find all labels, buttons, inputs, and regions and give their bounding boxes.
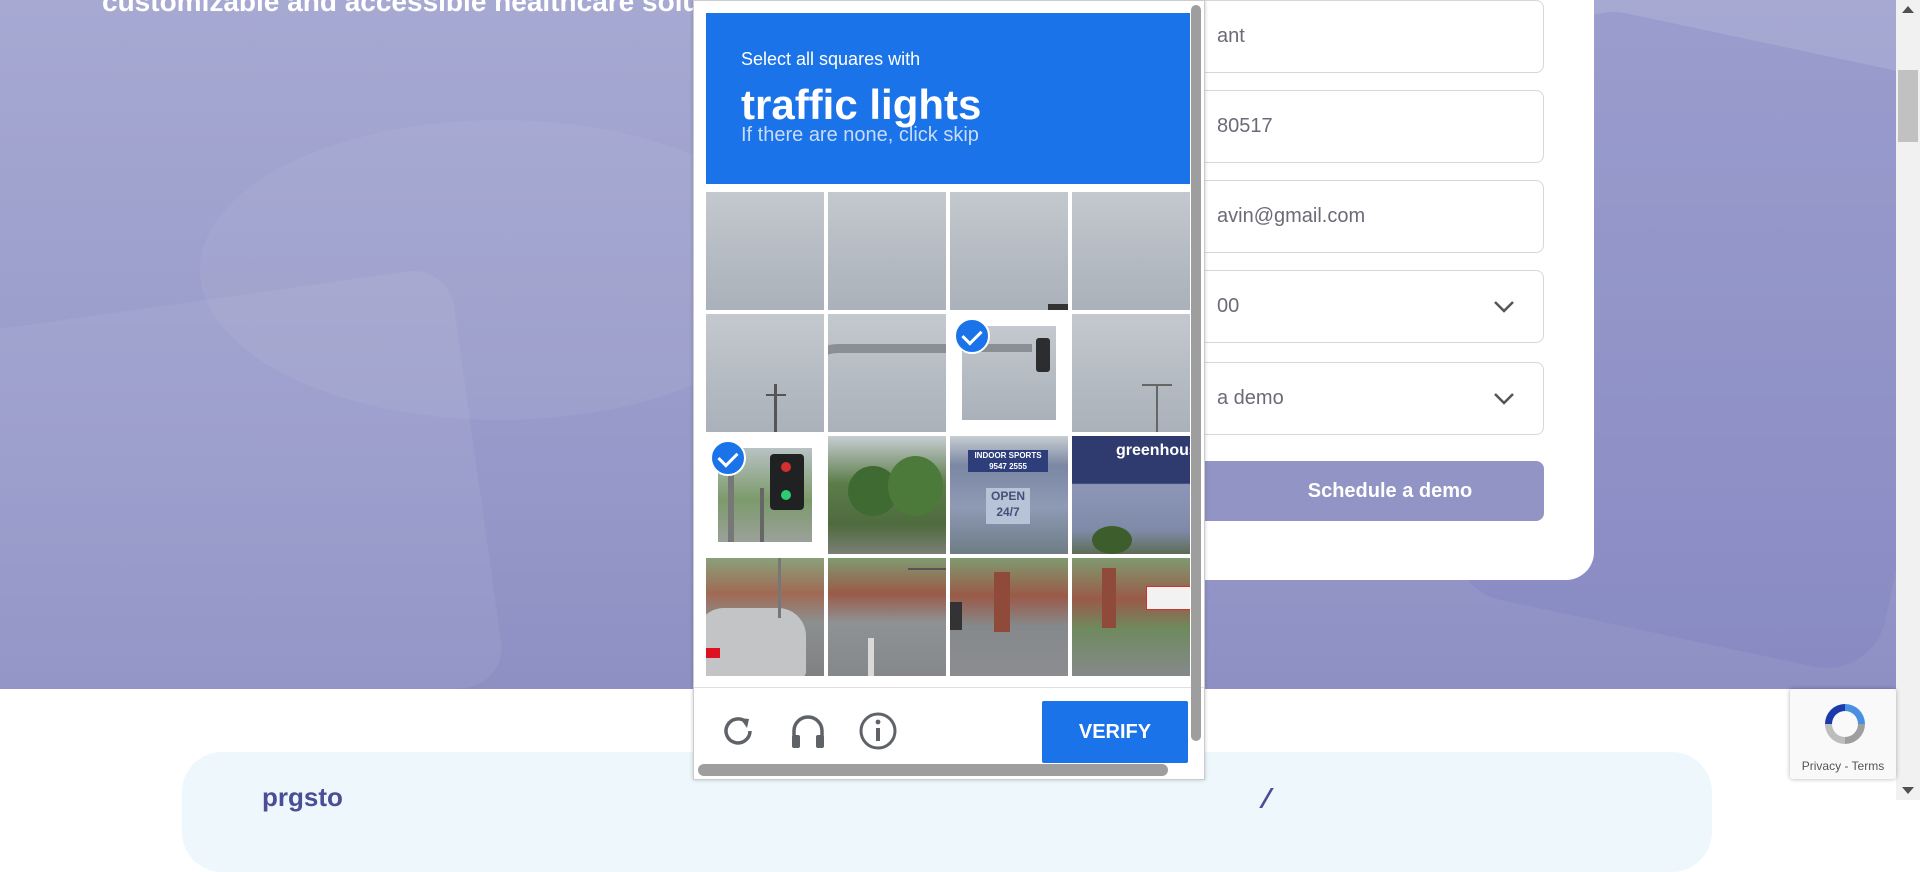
captcha-instruction: Select all squares with	[741, 49, 921, 69]
phone-field-value: 80517	[1217, 115, 1273, 137]
captcha-tile[interactable]	[706, 192, 824, 310]
captcha-tile-selected[interactable]	[950, 314, 1068, 432]
captcha-tile[interactable]	[828, 436, 946, 554]
phone-field[interactable]: 80517	[1176, 90, 1544, 163]
scrollbar-thumb[interactable]	[1898, 70, 1918, 142]
headphones-icon[interactable]	[786, 709, 830, 753]
chevron-down-icon	[1494, 301, 1514, 313]
captcha-tile[interactable]	[706, 314, 824, 432]
name-field[interactable]: ant	[1176, 0, 1544, 73]
scroll-down-icon[interactable]	[1902, 787, 1914, 794]
recaptcha-badge[interactable]: Privacy - Terms	[1790, 689, 1896, 779]
captcha-tile[interactable]	[1072, 314, 1190, 432]
captcha-tile[interactable]	[828, 314, 946, 432]
captcha-tile[interactable]: INDOOR SPORTS 9547 2555 OPEN 24/7	[950, 436, 1068, 554]
reload-icon[interactable]	[716, 709, 760, 753]
name-field-value: ant	[1217, 25, 1245, 47]
schedule-demo-button[interactable]: Schedule a demo	[1176, 461, 1544, 521]
captcha-tile[interactable]: greenhouse	[1072, 436, 1190, 554]
sign-text: greenhouse	[1116, 442, 1190, 459]
selected-check-icon	[710, 440, 746, 476]
size-select[interactable]: 00	[1176, 270, 1544, 343]
captcha-tile-selected[interactable]	[706, 436, 824, 554]
captcha-tile[interactable]	[1072, 192, 1190, 310]
scroll-up-icon[interactable]	[1902, 6, 1914, 13]
hero-heading: customizable and accessible healthcare s…	[102, 0, 767, 17]
size-select-value: 00	[1217, 295, 1240, 317]
sign-text: OPEN 24/7	[986, 488, 1030, 524]
captcha-tile[interactable]	[706, 558, 824, 676]
captcha-tile[interactable]	[828, 558, 946, 676]
captcha-tile[interactable]	[1072, 558, 1190, 676]
captcha-tile[interactable]	[950, 192, 1068, 310]
section-heading: prgsto	[262, 782, 343, 812]
background-decoration	[0, 265, 507, 689]
email-field[interactable]: avin@gmail.com	[1176, 180, 1544, 253]
email-field-value: avin@gmail.com	[1217, 205, 1366, 227]
captcha-hint: If there are none, click skip	[741, 124, 979, 146]
chevron-down-icon	[1494, 393, 1514, 405]
page-scrollbar[interactable]	[1896, 0, 1920, 800]
captcha-vertical-scrollbar[interactable]	[1188, 1, 1204, 761]
captcha-horizontal-scrollbar[interactable]	[694, 761, 1188, 779]
captcha-tile[interactable]	[828, 192, 946, 310]
captcha-challenge: Select all squares with traffic lights I…	[693, 0, 1205, 780]
verify-button[interactable]: VERIFY	[1042, 701, 1188, 763]
captcha-header: Select all squares with traffic lights I…	[706, 13, 1190, 184]
scrollbar-thumb[interactable]	[698, 764, 1168, 776]
privacy-terms-link[interactable]: Privacy - Terms	[1790, 759, 1896, 773]
captcha-tile[interactable]	[950, 558, 1068, 676]
info-icon[interactable]	[856, 709, 900, 753]
scrollbar-thumb[interactable]	[1191, 5, 1201, 741]
captcha-tile-grid: INDOOR SPORTS 9547 2555 OPEN 24/7 greenhou…	[706, 192, 1190, 676]
reason-select-value: a demo	[1217, 387, 1284, 409]
sign-text: INDOOR SPORTS 9547 2555	[968, 450, 1048, 472]
reason-select[interactable]: a demo	[1176, 362, 1544, 435]
captcha-target: traffic lights	[741, 81, 982, 128]
selected-check-icon	[954, 318, 990, 354]
recaptcha-logo-icon	[1825, 704, 1865, 744]
captcha-footer-divider	[694, 687, 1204, 688]
